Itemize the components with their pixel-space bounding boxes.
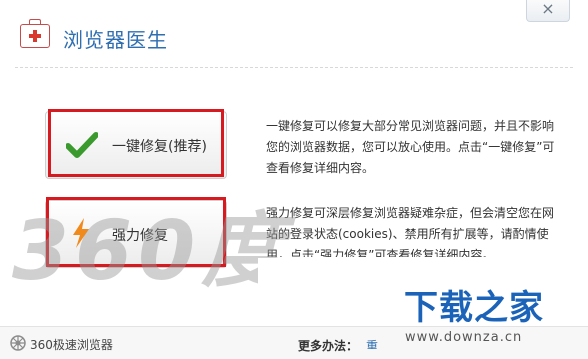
browser-logo-icon (10, 335, 26, 351)
first-aid-kit-icon (20, 19, 50, 48)
watermark-brand: 下载之家 (404, 288, 544, 328)
header-divider (15, 67, 573, 68)
strong-repair-description: 强力修复可深层修复浏览器疑难杂症，但会清空您在网站的登录状态(cookies)、… (266, 206, 555, 257)
strong-repair-button[interactable]: 强力修复 (45, 197, 227, 268)
lightning-icon (73, 218, 89, 248)
strong-repair-label: 强力修复 (112, 228, 168, 244)
window-title: 浏览器医生 (63, 28, 168, 52)
one-click-repair-label: 一键修复(推荐) (112, 139, 207, 155)
browser-doctor-window: 浏览器医生 × 一键修复(推荐) 一键修复可以修复大部分常见浏览器问题，并且不影… (0, 0, 588, 359)
one-click-repair-button[interactable]: 一键修复(推荐) (45, 109, 227, 179)
check-icon (66, 132, 98, 158)
more-options-link[interactable]: 重 (366, 337, 380, 349)
one-click-repair-description: 一键修复可以修复大部分常见浏览器问题，并且不影响您的浏览器数据，您可以放心使用。… (266, 119, 555, 175)
more-options-label: 更多办法： (298, 339, 359, 353)
watermark-url: www.downza.cn (405, 330, 523, 345)
title-bar: 浏览器医生 × (0, 0, 588, 62)
close-button[interactable]: × (526, 0, 570, 22)
browser-name: 360极速浏览器 (30, 338, 113, 352)
